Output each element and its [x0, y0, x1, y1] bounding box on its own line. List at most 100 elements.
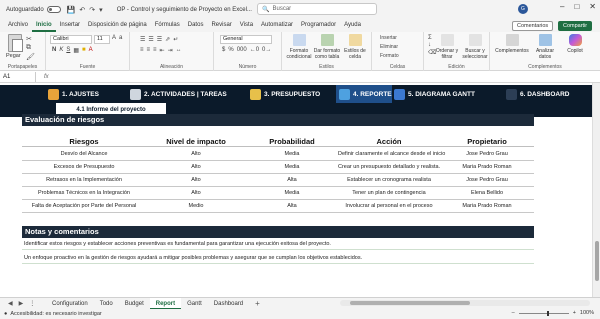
avatar[interactable]: G [518, 4, 528, 14]
borders-icon[interactable]: ▦ [73, 47, 79, 54]
nav-tab-ajustes[interactable]: 1. AJUSTES [48, 85, 128, 103]
paste-label[interactable]: Pegar [6, 53, 21, 59]
scroll-thumb[interactable] [350, 301, 470, 305]
comments-button[interactable]: Comentarios [512, 21, 554, 31]
share-button[interactable]: Compartir [558, 21, 593, 31]
wrap-text-icon[interactable]: ↵ [173, 36, 178, 43]
name-box[interactable]: A1 [0, 71, 36, 82]
align-center-icon[interactable]: ≡ [147, 47, 151, 54]
copy-icon[interactable]: ⧉ [26, 44, 31, 52]
next-sheet-icon[interactable]: ▶ [19, 300, 24, 307]
tab-programador[interactable]: Programador [297, 19, 340, 32]
group-label-alignment: Alineación [159, 64, 184, 70]
search-input[interactable]: 🔍 Buscar [257, 3, 377, 15]
align-middle-icon[interactable]: ☰ [148, 36, 153, 43]
header-propietario: Propietario [467, 137, 507, 146]
thousands-icon[interactable]: 000 [237, 47, 247, 53]
font-color-icon[interactable]: A [89, 47, 93, 54]
conditional-format-button[interactable]: Formato condicional [284, 34, 314, 60]
tab-ayuda[interactable]: Ayuda [340, 19, 365, 32]
tab-insertar[interactable]: Insertar [56, 19, 84, 32]
paste-icon[interactable] [8, 34, 23, 52]
sheet-tab-gantt[interactable]: Gantt [181, 298, 208, 310]
add-sheet-icon[interactable]: + [255, 299, 260, 308]
maximize-icon[interactable]: □ [574, 2, 579, 11]
find-select-button[interactable]: Buscar y seleccionar [460, 34, 490, 60]
orientation-icon[interactable]: ⇗ [165, 36, 170, 43]
align-right-icon[interactable]: ≡ [153, 47, 157, 54]
zoom-slider[interactable] [518, 310, 569, 316]
tab-revisar[interactable]: Revisar [207, 19, 235, 32]
bold-icon[interactable]: N [52, 47, 56, 54]
cell-styles-button[interactable]: Estilos de celda [340, 34, 370, 60]
tab-archivo[interactable]: Archivo [4, 19, 32, 32]
delete-cells-button[interactable]: Eliminar [380, 44, 398, 50]
format-as-table-button[interactable]: Dar formato como tabla [312, 34, 342, 60]
redo-icon[interactable]: ↷ [89, 6, 95, 14]
tab-inicio[interactable]: Inicio [32, 19, 56, 32]
nav-tab-dashboard[interactable]: 6. DASHBOARD [506, 85, 586, 103]
sort-filter-button[interactable]: Ordenar y filtrar [432, 34, 462, 60]
align-left-icon[interactable]: ≡ [140, 47, 144, 54]
format-painter-icon[interactable]: 🖌 [26, 53, 35, 61]
zoom-in-icon[interactable]: + [573, 310, 576, 316]
grow-font-icon[interactable]: A [112, 35, 116, 41]
action-cell: Definir claramente el alcance desde el i… [338, 151, 446, 157]
percent-icon[interactable]: % [228, 47, 233, 53]
horizontal-scrollbar[interactable] [340, 300, 590, 306]
more-sheets-icon[interactable]: ⋮ [29, 300, 35, 307]
zoom-level[interactable]: 100% [580, 310, 594, 316]
sheet-tab-budget[interactable]: Budget [119, 298, 150, 310]
tab-datos[interactable]: Datos [184, 19, 208, 32]
increase-indent-icon[interactable]: ⇥ [168, 47, 173, 54]
accessibility-status[interactable]: Accesibilidad: es necesario investigar [10, 311, 101, 317]
merge-center-icon[interactable]: ↔ [176, 47, 182, 54]
zoom-out-icon[interactable]: – [512, 310, 515, 316]
customize-qat-icon[interactable]: ▾ [99, 6, 103, 14]
tab-automatizar[interactable]: Automatizar [257, 19, 297, 32]
sheet-tab-todo[interactable]: Todo [94, 298, 119, 310]
copilot-button[interactable]: Copilot [560, 34, 590, 54]
tab-formulas[interactable]: Fórmulas [151, 19, 184, 32]
format-cells-button[interactable]: Formato [380, 53, 399, 59]
shrink-font-icon[interactable]: a [119, 35, 122, 41]
font-size-select[interactable]: 11 [94, 35, 110, 44]
fx-icon[interactable]: fx [44, 74, 49, 80]
scroll-thumb[interactable] [595, 241, 599, 281]
font-name-select[interactable]: Calibri [50, 35, 92, 44]
worksheet[interactable]: 1. AJUSTES 2. ACTIVIDADES | TAREAS 3. PR… [0, 83, 600, 297]
prev-sheet-icon[interactable]: ◀ [8, 300, 13, 307]
number-format-select[interactable]: General [220, 35, 272, 44]
nav-tab-reporte[interactable]: 4. REPORTE [336, 85, 392, 103]
analyze-data-button[interactable]: Analizar datos [530, 34, 560, 60]
autosave-toggle[interactable]: Autoguardado [6, 6, 61, 13]
tab-vista[interactable]: Vista [236, 19, 257, 32]
italic-icon[interactable]: K [59, 47, 63, 54]
underline-icon[interactable]: S [66, 47, 70, 54]
increase-decimal-icon[interactable]: ←0 [250, 47, 259, 53]
fill-color-icon[interactable]: ■ [82, 47, 86, 54]
vertical-scrollbar[interactable] [592, 83, 600, 297]
decrease-decimal-icon[interactable]: 0→ [262, 47, 271, 53]
addins-button[interactable]: Complementos [494, 34, 530, 54]
cut-icon[interactable]: ✂ [26, 35, 32, 43]
sheet-tab-report[interactable]: Report [149, 297, 182, 310]
nav-tab-gantt[interactable]: 5. DIAGRAMA GANTT [394, 85, 494, 103]
owner-cell: Maria Prado Roman [462, 203, 512, 209]
tab-disposicion[interactable]: Disposición de página [84, 19, 151, 32]
toggle-switch-icon[interactable] [46, 6, 61, 13]
nav-tab-actividades[interactable]: 2. ACTIVIDADES | TAREAS [130, 85, 248, 103]
insert-cells-button[interactable]: Insertar [380, 35, 397, 41]
save-icon[interactable]: 💾 [67, 6, 76, 14]
align-top-icon[interactable]: ☰ [140, 36, 145, 43]
nav-tab-presupuesto[interactable]: 3. PRESUPUESTO [250, 85, 338, 103]
close-icon[interactable]: ✕ [589, 2, 596, 11]
sheet-tab-configuration[interactable]: Configuration [46, 298, 94, 310]
group-label-font: Fuente [79, 64, 96, 70]
decrease-indent-icon[interactable]: ⇤ [160, 47, 165, 54]
sheet-tab-dashboard[interactable]: Dashboard [208, 298, 249, 310]
currency-icon[interactable]: $ [222, 47, 225, 53]
minimize-icon[interactable]: – [560, 2, 564, 11]
align-bottom-icon[interactable]: ☰ [157, 36, 162, 43]
undo-icon[interactable]: ↶ [79, 6, 85, 14]
